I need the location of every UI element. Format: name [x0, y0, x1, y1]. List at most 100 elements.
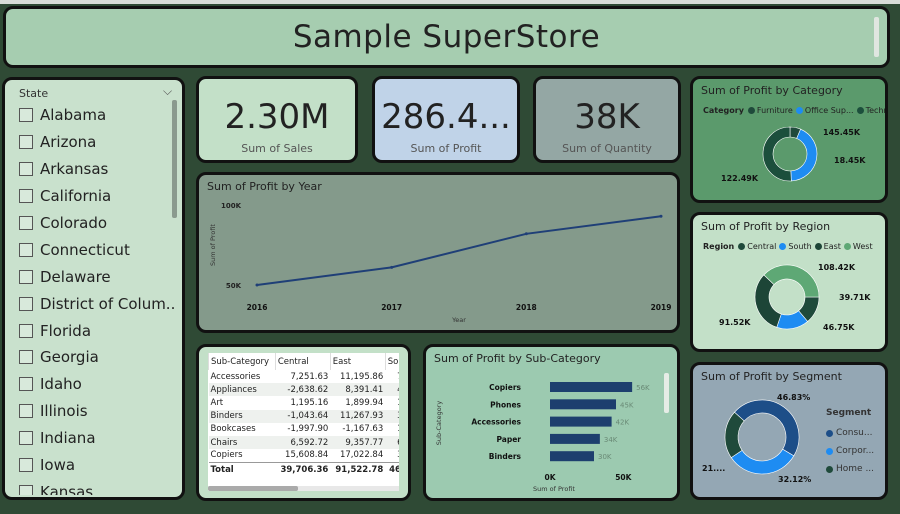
table-row[interactable]: Copiers 15,608.84 17,022.843,65 — [209, 449, 400, 462]
legend-item[interactable]: Home ... — [826, 460, 874, 478]
x-tick-label: 2019 — [651, 303, 672, 312]
checkbox[interactable] — [19, 431, 33, 446]
line-point[interactable] — [255, 283, 259, 287]
checkbox[interactable] — [19, 216, 33, 230]
bar[interactable] — [550, 399, 616, 410]
bar-chart-scrollbar[interactable] — [664, 373, 669, 413]
card-profit: 286.4... Sum of Profit — [372, 76, 520, 163]
table-cell: 9,357.77 — [330, 435, 386, 450]
slicer-item-label: Colorado — [40, 214, 108, 232]
table-scrollbar[interactable] — [208, 486, 399, 491]
bar[interactable] — [550, 451, 594, 462]
line-chart-svg: 100K 50K Sum of Profit 2016 2017 2018 2019 Year — [209, 202, 672, 324]
slicer-item[interactable]: Indiana — [19, 425, 174, 452]
slicer-item[interactable]: Arizona — [19, 129, 174, 156]
card-quantity: 38K Sum of Quantity — [533, 76, 681, 163]
y-tick-label: 100K — [221, 202, 242, 210]
table-row[interactable]: Bookcases -1,997.90 -1,167.631,33 — [209, 423, 400, 436]
checkbox[interactable] — [19, 162, 33, 177]
checkbox[interactable] — [19, 377, 33, 392]
legend-item[interactable]: Corpor... — [826, 442, 874, 460]
chevron-down-icon[interactable]: ⌵ — [163, 84, 172, 99]
table-cell: Appliances — [208, 383, 276, 397]
checkbox[interactable] — [19, 108, 33, 123]
column-header[interactable]: Sub-Category — [208, 353, 276, 370]
table-row[interactable]: Accessories 7,251.63 11,195.867,00 — [209, 370, 400, 383]
slicer-item[interactable]: Connecticut — [19, 236, 174, 263]
slicer-item[interactable]: District of Colum... — [19, 290, 174, 317]
slicer-item-label: District of Colum... — [40, 294, 174, 313]
donut-slice[interactable] — [763, 264, 820, 298]
checkbox[interactable] — [19, 296, 33, 311]
slicer-item[interactable]: Arkansas — [19, 156, 174, 183]
column-header[interactable]: South — [384, 353, 399, 370]
legend-item[interactable]: Consu... — [826, 424, 874, 442]
slicer-item[interactable]: California — [19, 183, 174, 210]
slicer-item[interactable]: Kansas — [19, 478, 174, 495]
table-cell: -1,997.90 — [287, 424, 329, 435]
matrix-table: Sub-CategoryCentralEastSouth Accessories… — [208, 353, 399, 491]
table-row[interactable]: Appliances-2,638.628,391.414,12 — [208, 383, 399, 397]
table-row[interactable]: Chairs6,592.729,357.776,61 — [208, 435, 399, 450]
checkbox[interactable] — [19, 135, 33, 150]
bar-chart-svg: Copiers 56K Phones 45K Accessories 42K Paper 34… — [435, 382, 650, 493]
checkbox[interactable] — [19, 269, 33, 284]
table-row[interactable]: Art 1,195.16 1,899.941,05 — [209, 396, 400, 409]
bar[interactable] — [550, 433, 600, 444]
data-label: 39.71K — [839, 293, 871, 302]
donut-slice[interactable] — [762, 126, 792, 182]
donut-slice[interactable] — [724, 411, 745, 458]
slicer-item[interactable]: Alabama — [19, 102, 174, 129]
slicer-item[interactable]: Colorado — [19, 210, 174, 237]
table-cell: Bookcases — [210, 424, 256, 435]
slicer-item[interactable]: Georgia — [19, 344, 174, 371]
x-axis-label: Sum of Profit — [533, 485, 575, 493]
checkbox[interactable] — [19, 323, 33, 338]
table-row[interactable]: Binders-1,043.6411,267.933,90 — [208, 409, 399, 423]
table-cell: Total — [208, 461, 276, 478]
bar[interactable] — [550, 416, 612, 427]
donut-slice[interactable] — [730, 448, 795, 475]
donut-slice[interactable] — [754, 274, 782, 328]
table-cell: 3,90 — [385, 409, 399, 423]
top-strip — [0, 0, 900, 4]
checkbox[interactable] — [19, 189, 33, 204]
checkbox[interactable] — [19, 350, 33, 365]
legend-label: Home ... — [836, 464, 875, 474]
slicer-item-label: Georgia — [40, 348, 99, 367]
checkbox[interactable] — [19, 404, 33, 419]
checkbox[interactable] — [19, 458, 33, 473]
column-header[interactable]: East — [329, 353, 386, 370]
slicer-item[interactable]: Illinois — [19, 398, 174, 425]
checkbox[interactable] — [19, 484, 33, 495]
slicer-item[interactable]: Delaware — [19, 263, 174, 290]
profit-line[interactable] — [256, 215, 662, 286]
line-point[interactable] — [659, 214, 663, 218]
checkbox[interactable] — [19, 242, 33, 257]
profit-by-region-chart: Sum of Profit by Region Region Central Sou… — [690, 212, 888, 352]
column-header[interactable]: Central — [274, 353, 331, 370]
slicer-scrollbar[interactable] — [172, 100, 177, 218]
slicer-item[interactable]: Idaho — [19, 371, 174, 398]
category-label: Binders — [489, 452, 522, 461]
donut-slice[interactable] — [734, 399, 800, 457]
profit-by-category-chart: Sum of Profit by Category Category Furnit… — [690, 76, 888, 203]
slicer-item[interactable]: Iowa — [19, 452, 174, 479]
y-axis-label: Sub-Category — [435, 401, 443, 446]
table-cell: Art — [210, 397, 224, 408]
table-cell: 91,522.78 — [330, 461, 386, 478]
slicer-item[interactable]: Florida — [19, 317, 174, 344]
state-slicer: State ⌵ Alabama Arizona Arkansas California… — [2, 77, 185, 500]
x-axis-label: Year — [451, 316, 466, 324]
table-cell: Accessories — [210, 371, 261, 382]
line-point[interactable] — [524, 232, 528, 236]
title-scrollbar[interactable] — [874, 17, 879, 57]
bar[interactable] — [550, 382, 633, 392]
card-sales: 2.30M Sum of Sales — [196, 76, 358, 163]
legend-swatch — [826, 429, 833, 437]
table-cell: 11,267.93 — [330, 409, 386, 423]
slicer-item-label: Indiana — [40, 429, 96, 448]
slicer-item-label: Kansas — [40, 482, 94, 495]
dashboard-title: Sample SuperStore — [292, 19, 601, 55]
line-point[interactable] — [390, 265, 394, 269]
